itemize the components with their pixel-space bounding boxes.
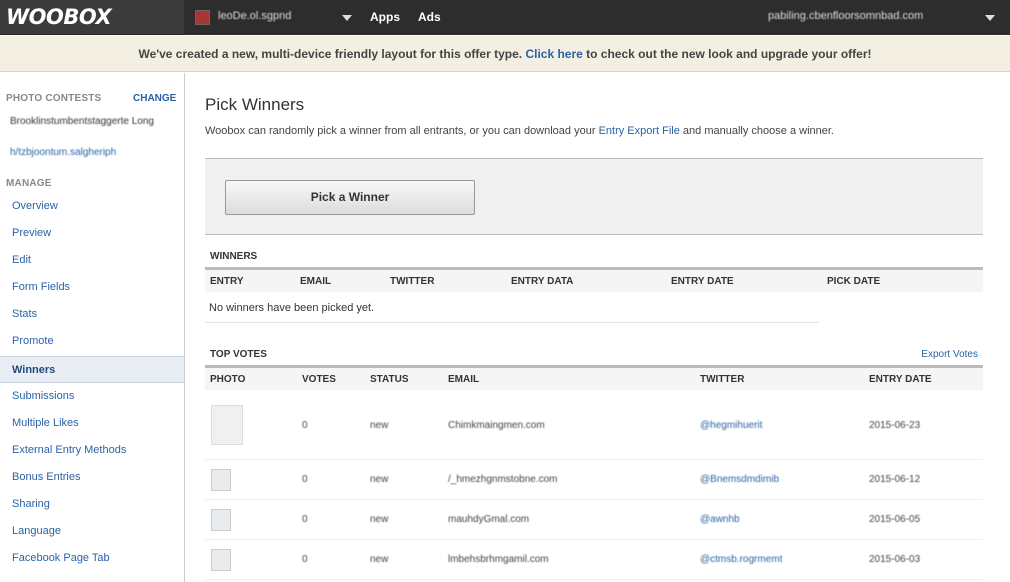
email-cell: lmbehsbrhmgamil.com (448, 554, 549, 565)
intro-text-before: Woobox can randomly pick a winner from a… (205, 125, 599, 137)
intro-text: Woobox can randomly pick a winner from a… (205, 125, 834, 137)
votes-cell: 0 (302, 554, 308, 565)
table-row[interactable]: 0 new lmbehsbrhmgamil.com @ctmsb.rogrmem… (205, 541, 983, 580)
page-title: Pick Winners (205, 95, 305, 114)
twitter-cell[interactable]: @awnhb (700, 514, 740, 525)
sidebar-item-sharing[interactable]: Sharing (0, 491, 184, 518)
entry-date-cell: 2015-06-23 (869, 420, 921, 431)
entry-date-cell: 2015-06-05 (869, 514, 921, 525)
table-row[interactable]: 0 new Chimkmaingmen.com @hegmihuerit 201… (205, 390, 983, 460)
nav-apps-link[interactable]: Apps (370, 10, 400, 24)
winners-col-entry[interactable]: ENTRY (210, 276, 244, 287)
sidebar-item-promote[interactable]: Promote (0, 328, 184, 355)
export-votes-link[interactable]: Export Votes (921, 349, 978, 360)
winners-col-twitter[interactable]: TWITTER (390, 276, 434, 287)
votes-cell: 0 (302, 514, 308, 525)
sidebar-item-winners[interactable]: Winners (0, 356, 184, 383)
sidebar-item-edit[interactable]: Edit (0, 247, 184, 274)
change-contest-link[interactable]: CHANGE (133, 93, 176, 104)
sidebar-item-preview[interactable]: Preview (0, 220, 184, 247)
contest-url-link[interactable]: h/tzbjoontum.salgheriph (10, 147, 116, 158)
table-row[interactable]: 0 new /_hmezhgnmstobne.com @Bnemsdmdimib… (205, 461, 983, 500)
winners-heading: WINNERS (210, 251, 258, 262)
notice-text-before: We've created a new, multi-device friend… (138, 47, 526, 61)
divider (205, 322, 819, 323)
entry-date-cell: 2015-06-12 (869, 474, 921, 485)
intro-text-after: and manually choose a winner. (679, 125, 834, 137)
sidebar-item-multiple-likes[interactable]: Multiple Likes (0, 410, 184, 437)
sidebar-item-external-entry-methods[interactable]: External Entry Methods (0, 437, 184, 464)
winners-table-header: ENTRY EMAIL TWITTER ENTRY DATA ENTRY DAT… (205, 267, 983, 292)
votes-col-email[interactable]: EMAIL (448, 374, 479, 385)
sidebar-item-overview[interactable]: Overview (0, 193, 184, 220)
top-votes-heading: TOP VOTES (210, 349, 267, 360)
sidebar-item-submissions[interactable]: Submissions (0, 383, 184, 410)
twitter-cell[interactable]: @ctmsb.rogrmemt (700, 554, 782, 565)
votes-col-entry-date[interactable]: ENTRY DATE (869, 374, 932, 385)
page-avatar-icon[interactable] (195, 10, 210, 25)
account-chevron-down-icon[interactable] (985, 15, 995, 21)
twitter-cell[interactable]: @hegmihuerit (700, 420, 762, 431)
table-row[interactable]: 0 new mauhdyGmal.com @awnhb 2015-06-05 (205, 501, 983, 540)
sidebar-item-language[interactable]: Language (0, 518, 184, 545)
votes-col-votes[interactable]: VOTES (302, 374, 336, 385)
sidebar-item-form-fields[interactable]: Form Fields (0, 274, 184, 301)
votes-cell: 0 (302, 474, 308, 485)
woobox-logo[interactable]: WOOBOX (6, 5, 112, 29)
top-votes-table-header: PHOTO VOTES STATUS EMAIL TWITTER ENTRY D… (205, 365, 983, 390)
entry-photo-thumbnail[interactable] (211, 509, 231, 531)
page-selector-chevron-down-icon[interactable] (342, 15, 352, 21)
photo-contests-heading: PHOTO CONTESTS (6, 93, 102, 104)
status-cell: new (370, 420, 389, 431)
no-winners-message: No winners have been picked yet. (209, 302, 375, 314)
sidebar-item-bonus-entries[interactable]: Bonus Entries (0, 464, 184, 491)
email-cell: Chimkmaingmen.com (448, 420, 545, 431)
sidebar-item-stats[interactable]: Stats (0, 301, 184, 328)
manage-heading: MANAGE (6, 178, 52, 189)
entry-export-file-link[interactable]: Entry Export File (599, 125, 680, 137)
entry-photo-thumbnail[interactable] (211, 405, 243, 445)
twitter-cell[interactable]: @Bnemsdmdimib (700, 474, 779, 485)
entry-photo-thumbnail[interactable] (211, 469, 231, 491)
main-content: Pick Winners Woobox can randomly pick a … (186, 73, 1010, 582)
winners-col-pick-date[interactable]: PICK DATE (827, 276, 880, 287)
email-cell: /_hmezhgnmstobne.com (448, 474, 558, 485)
notice-click-here-link[interactable]: Click here (525, 47, 582, 61)
page-selector-name[interactable]: leoDe.ol.sgpnd (218, 10, 291, 22)
votes-col-photo[interactable]: PHOTO (210, 374, 245, 385)
winners-col-email[interactable]: EMAIL (300, 276, 331, 287)
votes-col-status[interactable]: STATUS (370, 374, 409, 385)
winners-col-entry-date[interactable]: ENTRY DATE (671, 276, 734, 287)
votes-col-twitter[interactable]: TWITTER (700, 374, 744, 385)
votes-cell: 0 (302, 420, 308, 431)
pick-a-winner-button[interactable]: Pick a Winner (225, 180, 475, 215)
status-cell: new (370, 514, 389, 525)
status-cell: new (370, 554, 389, 565)
nav-ads-link[interactable]: Ads (418, 10, 441, 24)
notice-text-after: to check out the new look and upgrade yo… (582, 47, 872, 61)
email-cell: mauhdyGmal.com (448, 514, 530, 525)
entry-date-cell: 2015-06-03 (869, 554, 921, 565)
entry-photo-thumbnail[interactable] (211, 549, 231, 571)
status-cell: new (370, 474, 389, 485)
sidebar-item-facebook-page-tab[interactable]: Facebook Page Tab (0, 545, 184, 572)
contest-title: Brooklinstumbentstaggerte Long (10, 116, 154, 127)
account-email[interactable]: pabiling.cbenfloorsomnbad.com (768, 10, 923, 22)
winners-col-entry-data[interactable]: ENTRY DATA (511, 276, 573, 287)
pick-winner-panel: Pick a Winner (205, 158, 983, 235)
sidebar: PHOTO CONTESTS CHANGE Brooklinstumbentst… (0, 73, 185, 582)
upgrade-notice-bar: We've created a new, multi-device friend… (0, 36, 1010, 72)
